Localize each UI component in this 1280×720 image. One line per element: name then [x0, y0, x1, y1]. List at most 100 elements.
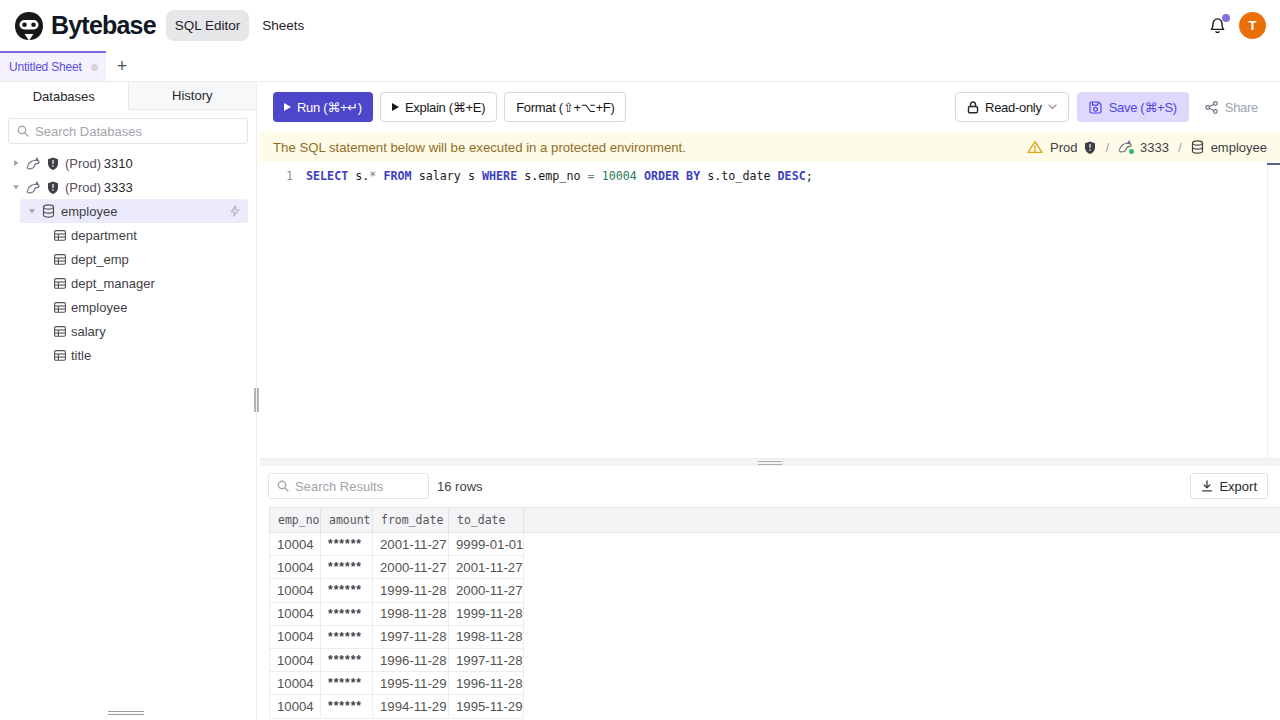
column-header-filler: [523, 508, 1280, 532]
tree-instance-3310[interactable]: (Prod) 3310: [0, 151, 256, 175]
database-label: employee: [1211, 140, 1267, 155]
cell: 1995-11-29: [372, 672, 448, 695]
table-row[interactable]: 10004******1994-11-291995-11-29: [269, 695, 1280, 718]
cell-filler: [523, 672, 1280, 695]
search-icon: [17, 125, 29, 137]
sidebar-drag-handle[interactable]: [254, 388, 259, 412]
lightning-icon[interactable]: [230, 205, 240, 217]
cell: ******: [320, 579, 372, 602]
table-row[interactable]: 10004******1995-11-291996-11-28: [269, 672, 1280, 695]
brand-name: Bytebase: [51, 11, 156, 40]
tree-instance-3333[interactable]: (Prod) 3333: [0, 175, 256, 199]
table-row[interactable]: 10004******1997-11-281998-11-28: [269, 626, 1280, 649]
tree-table-title[interactable]: title: [0, 343, 256, 367]
save-icon: [1089, 101, 1102, 114]
readonly-dropdown[interactable]: Read-only: [955, 92, 1069, 122]
tree-table-employee[interactable]: employee: [0, 295, 256, 319]
bytebase-logo-icon: [14, 11, 44, 41]
search-results-input[interactable]: Search Results: [268, 473, 429, 499]
cell: ******: [320, 603, 372, 626]
table-row[interactable]: 10004******2001-11-279999-01-01: [269, 533, 1280, 556]
share-icon: [1205, 101, 1218, 114]
cell: 1998-11-28: [372, 603, 448, 626]
nav-sql-editor[interactable]: SQL Editor: [166, 10, 250, 41]
cell: 10004: [269, 672, 320, 695]
tree-table-salary[interactable]: salary: [0, 319, 256, 343]
cell: 1996-11-28: [372, 649, 448, 672]
nav-sheets[interactable]: Sheets: [262, 18, 304, 33]
search-databases-input[interactable]: Search Databases: [8, 118, 248, 144]
env-shield-icon: [47, 157, 59, 170]
tree-table-dept_emp[interactable]: dept_emp: [0, 247, 256, 271]
cell: ******: [320, 626, 372, 649]
save-button[interactable]: Save (⌘+S): [1077, 92, 1189, 122]
table-row[interactable]: 10004******2000-11-272001-11-27: [269, 556, 1280, 579]
table-row[interactable]: 10004******1996-11-281997-11-28: [269, 649, 1280, 672]
lock-icon: [967, 101, 979, 114]
caret-down-icon[interactable]: [28, 207, 36, 215]
results-panel: Search Results 16 rows Export emp_noamou…: [260, 466, 1280, 720]
caret-down-icon[interactable]: [12, 183, 20, 191]
cell: 10004: [269, 579, 320, 602]
play-icon: [284, 103, 291, 111]
cell: 1999-11-28: [448, 603, 523, 626]
format-button[interactable]: Format (⇧+⌥+F): [504, 92, 626, 122]
tree-database-employee[interactable]: employee: [20, 199, 248, 223]
results-drag-handle[interactable]: [758, 461, 782, 465]
cell: 2001-11-27: [448, 556, 523, 579]
env-shield-icon: [47, 181, 59, 194]
cell-filler: [523, 533, 1280, 556]
table-row[interactable]: 10004******1998-11-281999-11-28: [269, 603, 1280, 626]
cell: 10004: [269, 556, 320, 579]
run-button[interactable]: Run (⌘+↵): [273, 92, 373, 122]
sql-editor[interactable]: 1 SELECT s.* FROM salary s WHERE s.emp_n…: [260, 162, 1280, 458]
avatar[interactable]: T: [1239, 12, 1266, 39]
explain-button[interactable]: Explain (⌘+E): [380, 92, 497, 122]
add-sheet-button[interactable]: +: [106, 51, 138, 81]
table-icon: [54, 302, 66, 313]
share-button[interactable]: Share: [1197, 92, 1266, 122]
export-button[interactable]: Export: [1190, 473, 1268, 499]
cell: ******: [320, 533, 372, 556]
column-header-to_date[interactable]: to_date: [448, 508, 523, 532]
sidebar: Databases History Search Databases (Prod…: [0, 82, 256, 720]
tab-databases[interactable]: Databases: [0, 82, 128, 110]
download-icon: [1201, 480, 1213, 492]
db-tree: (Prod) 3310(Prod) 3333employeedepartment…: [0, 151, 256, 367]
column-header-from_date[interactable]: from_date: [372, 508, 448, 532]
tab-history[interactable]: History: [128, 82, 257, 110]
table-icon: [54, 230, 66, 241]
bytebase-logo[interactable]: Bytebase: [14, 11, 156, 41]
results-divider[interactable]: [260, 458, 1280, 466]
table-row[interactable]: 10004******1999-11-282000-11-27: [269, 579, 1280, 602]
overview-cursor-mark: [1267, 163, 1280, 165]
cell-filler: [523, 556, 1280, 579]
top-bar: Bytebase SQL Editor Sheets T: [0, 0, 1280, 51]
tree-table-dept_manager[interactable]: dept_manager: [0, 271, 256, 295]
table-icon: [54, 326, 66, 337]
cell: 10004: [269, 603, 320, 626]
cell: ******: [320, 672, 372, 695]
unsaved-dot: [91, 64, 98, 71]
cell: 1998-11-28: [448, 626, 523, 649]
mysql-instance-icon: [26, 181, 41, 194]
instance-label: 3333: [1140, 140, 1169, 155]
column-header-emp_no[interactable]: emp_no: [269, 508, 320, 532]
sidebar-resize-handle[interactable]: [108, 711, 144, 715]
cell: 1999-11-28: [372, 579, 448, 602]
cell: 10004: [269, 695, 320, 718]
notification-bell-icon[interactable]: [1209, 17, 1226, 34]
cell-filler: [523, 695, 1280, 718]
column-header-amount[interactable]: amount: [320, 508, 372, 532]
cell: 2000-11-27: [448, 579, 523, 602]
cell: 10004: [269, 626, 320, 649]
editor-toolbar: Run (⌘+↵) Explain (⌘+E) Format (⇧+⌥+F) R…: [260, 82, 1280, 132]
notification-dot: [1222, 14, 1230, 22]
tab-untitled-sheet[interactable]: Untitled Sheet: [0, 51, 106, 81]
caret-right-icon[interactable]: [12, 159, 20, 167]
tree-table-department[interactable]: department: [0, 223, 256, 247]
cell-filler: [523, 649, 1280, 672]
banner-message: The SQL statement below will be executed…: [273, 140, 686, 155]
row-count: 16 rows: [437, 479, 483, 494]
table-icon: [54, 254, 66, 265]
